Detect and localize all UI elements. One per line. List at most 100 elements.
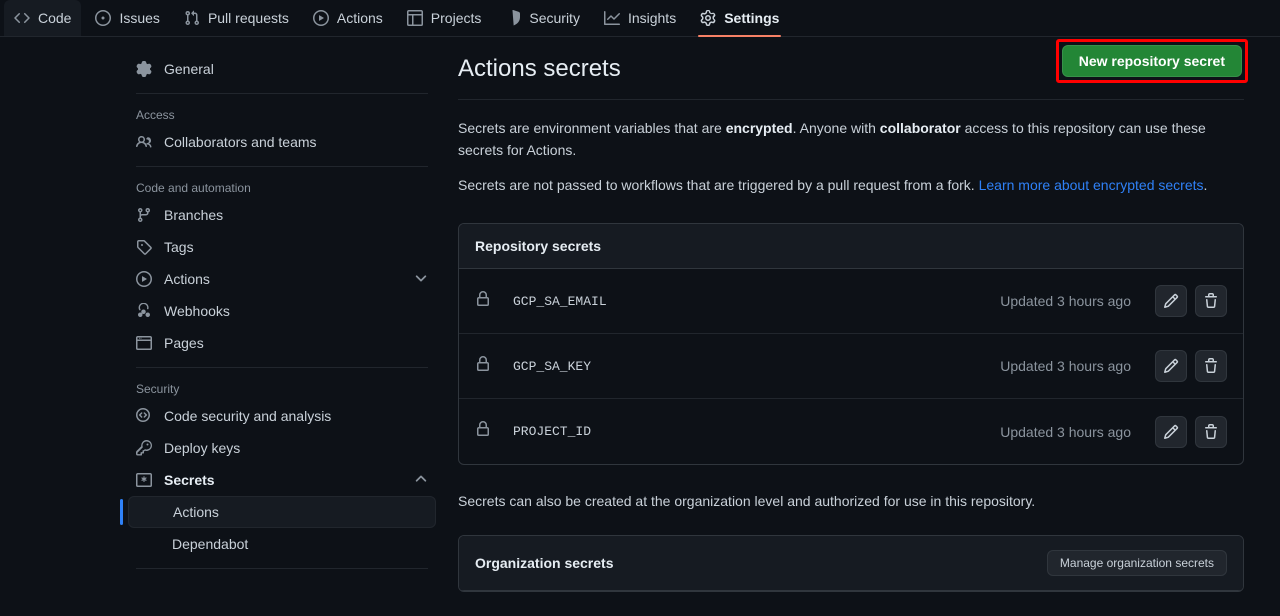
table-row: PROJECT_ID Updated 3 hours ago [459, 399, 1243, 464]
sidebar-item-secrets[interactable]: Secrets [124, 464, 436, 496]
code-icon [14, 10, 30, 26]
repository-secrets-header: Repository secrets [459, 224, 1243, 270]
webhook-icon [136, 303, 152, 319]
new-repository-secret-button[interactable]: New repository secret [1061, 45, 1242, 77]
secret-updated: Updated 3 hours ago [1000, 423, 1131, 440]
delete-secret-button[interactable] [1195, 350, 1227, 383]
nav-tab-code[interactable]: Code [4, 0, 82, 36]
people-icon [136, 134, 152, 150]
sidebar-item-actions[interactable]: Actions [124, 263, 436, 295]
chevron-up-icon[interactable] [414, 472, 428, 489]
desc-part-2: . Anyone with [792, 120, 880, 136]
edit-secret-button[interactable] [1155, 415, 1187, 448]
secrets-description-2: Secrets are not passed to workflows that… [458, 175, 1218, 197]
sidebar-item-label: Pages [164, 335, 204, 351]
sidebar-item-pages[interactable]: Pages [124, 327, 436, 359]
repository-secrets-panel: Repository secrets GCP_SA_EMAIL Updated … [458, 223, 1244, 466]
edit-secret-button[interactable] [1155, 350, 1187, 383]
trash-icon [1205, 293, 1217, 309]
lock-icon [475, 355, 513, 377]
sidebar-item-label: Branches [164, 207, 224, 223]
secret-name: PROJECT_ID [513, 424, 592, 440]
sidebar-item-deploy-keys[interactable]: Deploy keys [124, 432, 436, 464]
sidebar-item-tags[interactable]: Tags [124, 231, 436, 263]
table-row: GCP_SA_KEY Updated 3 hours ago [459, 334, 1243, 400]
nav-tab-label: Code [38, 10, 72, 26]
sidebar-item-label: Code security and analysis [164, 408, 332, 424]
sidebar-item-general[interactable]: General [124, 53, 436, 85]
sidebar-item-webhooks[interactable]: Webhooks [124, 295, 436, 327]
secret-name: GCP_SA_KEY [513, 358, 592, 374]
sidebar-subitem-actions[interactable]: Actions [120, 496, 436, 528]
nav-tab-insights[interactable]: Insights [594, 0, 686, 36]
codescan-icon [136, 408, 152, 424]
chevron-down-icon[interactable] [414, 271, 428, 288]
annotation-highlight: New repository secret [1055, 39, 1248, 83]
nav-tab-label: Security [529, 10, 580, 26]
sidebar-item-label: Deploy keys [164, 440, 241, 456]
lock-icon [475, 421, 513, 442]
play-icon [312, 10, 329, 26]
sidebar-item-code-security-and-analysis[interactable]: Code security and analysis [124, 400, 436, 432]
nav-tab-label: Issues [119, 10, 160, 26]
sidebar-item-label: Actions [164, 271, 210, 287]
sidebar-item-branches[interactable]: Branches [124, 199, 436, 231]
tag-icon [136, 239, 152, 255]
issue-opened-icon [95, 10, 112, 26]
graph-icon [603, 10, 620, 26]
desc-period: . [1203, 177, 1208, 194]
nav-tab-label: Settings [724, 10, 780, 26]
browser-icon [136, 335, 152, 351]
edit-secret-button[interactable] [1155, 285, 1187, 318]
delete-secret-button[interactable] [1195, 285, 1227, 318]
desc-bold-collaborator: collaborator [879, 120, 961, 136]
settings-sidebar: General Access Collaborators and teams C… [0, 37, 440, 616]
sidebar-subitem-label: Actions [173, 504, 219, 520]
sidebar-item-label: Secrets [164, 472, 215, 488]
main-content: Actions secrets New repository secret Se… [440, 37, 1280, 616]
table-icon [406, 10, 423, 26]
secret-updated: Updated 3 hours ago [1000, 293, 1131, 310]
desc-fork-text: Secrets are not passed to workflows that… [458, 177, 979, 194]
sidebar-group-access: Access [136, 108, 175, 122]
repo-nav: Code Issues Pull requests Actions Projec… [0, 0, 1280, 37]
play-icon [136, 271, 152, 287]
organization-secrets-header: Organization secrets Manage organization… [459, 536, 1243, 592]
repository-secrets-title: Repository secrets [475, 238, 602, 255]
sidebar-item-collaborators-and-teams[interactable]: Collaborators and teams [124, 126, 436, 158]
nav-tab-issues[interactable]: Issues [85, 0, 169, 36]
nav-tab-label: Insights [627, 10, 677, 26]
nav-tab-pull-requests[interactable]: Pull requests [174, 0, 299, 36]
secret-name: GCP_SA_EMAIL [513, 293, 607, 309]
git-pull-request-icon [184, 10, 200, 26]
pencil-icon [1163, 358, 1179, 374]
trash-icon [1205, 423, 1217, 439]
gear-icon [700, 10, 716, 26]
nav-tab-actions[interactable]: Actions [303, 0, 393, 36]
secrets-description-1: Secrets are environment variables that a… [458, 118, 1218, 161]
sidebar-divider [136, 93, 428, 94]
nav-tab-security[interactable]: Security [495, 0, 590, 36]
organization-note: Secrets can also be created at the organ… [458, 493, 1036, 510]
sidebar-item-label: Webhooks [164, 303, 230, 319]
sidebar-divider [136, 367, 428, 368]
shield-icon [505, 10, 521, 26]
page-body: General Access Collaborators and teams C… [0, 37, 1280, 616]
lock-icon [475, 290, 513, 312]
sidebar-divider [136, 166, 428, 167]
sidebar-subitem-label: Dependabot [172, 536, 249, 552]
page-title: Actions secrets [458, 55, 621, 82]
nav-tab-projects[interactable]: Projects [397, 0, 492, 36]
nav-tab-label: Actions [336, 10, 383, 26]
sidebar-divider [136, 568, 428, 569]
manage-organization-secrets-button[interactable]: Manage organization secrets [1046, 550, 1227, 577]
organization-secrets-panel: Organization secrets Manage organization… [458, 535, 1244, 593]
git-branch-icon [136, 207, 152, 223]
desc-bold-encrypted: encrypted [725, 120, 793, 136]
learn-more-link[interactable]: Learn more about encrypted secrets [979, 177, 1204, 193]
gear-icon [136, 61, 152, 77]
nav-tab-settings[interactable]: Settings [690, 0, 789, 37]
delete-secret-button[interactable] [1195, 415, 1227, 448]
sidebar-subitem-dependabot[interactable]: Dependabot [128, 528, 436, 560]
table-row: GCP_SA_EMAIL Updated 3 hours ago [459, 269, 1243, 335]
